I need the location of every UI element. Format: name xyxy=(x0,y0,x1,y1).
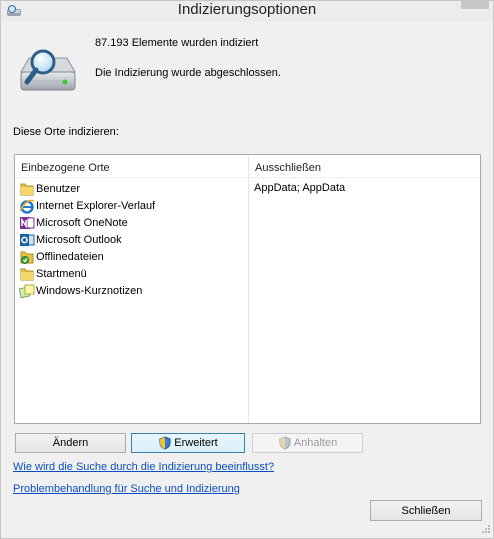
advanced-button-label: Erweitert xyxy=(174,437,218,449)
column-header-included[interactable]: Einbezogene Orte xyxy=(21,162,110,174)
location-label: Startmenü xyxy=(36,267,87,280)
advanced-button[interactable]: Erweitert xyxy=(131,433,245,453)
index-locations-list[interactable]: Einbezogene Orte Ausschließen Benutzer I… xyxy=(14,154,481,424)
excluded-value: AppData; AppData xyxy=(254,182,346,194)
indexing-drive-magnifier-icon xyxy=(20,49,76,91)
indexing-state-text: Die Indizierung wurde abgeschlossen. xyxy=(95,67,281,79)
modify-button[interactable]: Ändern xyxy=(15,433,126,453)
location-label: Internet Explorer-Verlauf xyxy=(36,199,156,212)
location-row-onenote[interactable]: Microsoft OneNote xyxy=(19,214,245,231)
column-header-excluded[interactable]: Ausschließen xyxy=(255,162,321,174)
location-row-users[interactable]: Benutzer xyxy=(19,180,245,197)
resize-grip-icon[interactable] xyxy=(479,524,491,536)
location-label: Microsoft OneNote xyxy=(36,216,128,229)
internet-explorer-icon xyxy=(19,199,35,214)
close-button[interactable]: Schließen xyxy=(370,500,482,521)
location-row-sticky-notes[interactable]: Windows-Kurznotizen xyxy=(19,282,245,299)
title-bar: Indizierungsoptionen xyxy=(1,1,493,22)
location-row-outlook[interactable]: Microsoft Outlook xyxy=(19,231,245,248)
location-row-offline-files[interactable]: Offlinedateien xyxy=(19,248,245,265)
location-label: Microsoft Outlook xyxy=(36,233,122,246)
column-divider xyxy=(248,155,249,423)
folder-icon xyxy=(20,268,34,280)
index-locations-label: Diese Orte indizieren: xyxy=(13,126,119,138)
window-title: Indizierungsoptionen xyxy=(177,1,317,18)
how-indexing-affects-search-link[interactable]: Wie wird die Suche durch die Indizierung… xyxy=(13,461,274,473)
folder-icon xyxy=(20,183,34,195)
close-window-button[interactable] xyxy=(461,1,489,9)
close-button-label: Schließen xyxy=(401,504,451,517)
modify-button-label: Ändern xyxy=(52,437,89,449)
uac-shield-icon xyxy=(159,436,171,450)
location-row-ie-history[interactable]: Internet Explorer-Verlauf xyxy=(19,197,245,214)
indexed-count-text: 87.193 Elemente wurden indiziert xyxy=(95,37,259,49)
outlook-icon xyxy=(20,233,35,246)
pause-button-label: Anhalten xyxy=(293,437,338,449)
sticky-notes-icon xyxy=(19,284,35,298)
location-label: Windows-Kurznotizen xyxy=(36,284,143,297)
onenote-icon xyxy=(20,216,35,229)
location-label: Benutzer xyxy=(36,182,81,195)
troubleshoot-search-indexing-link[interactable]: Problembehandlung für Suche und Indizier… xyxy=(13,483,240,495)
uac-shield-icon xyxy=(279,436,291,450)
indexing-options-dialog: Indizierungsoptionen 87.193 Elemente wur… xyxy=(0,0,494,539)
offline-files-icon xyxy=(20,251,34,264)
pause-button[interactable]: Anhalten xyxy=(252,433,363,453)
location-row-start-menu[interactable]: Startmenü xyxy=(19,265,245,282)
location-label: Offlinedateien xyxy=(36,250,104,263)
